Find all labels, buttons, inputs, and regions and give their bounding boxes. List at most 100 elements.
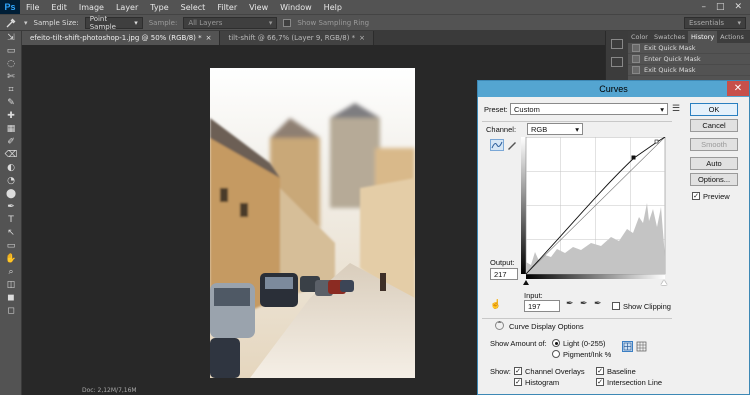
pigment-ink-radio[interactable]: [552, 350, 560, 358]
tab-actions[interactable]: Actions: [717, 31, 747, 43]
tool-icon[interactable]: T: [0, 213, 22, 226]
doc-tab-tilt-shift[interactable]: tilt-shift @ 66,7% (Layer 9, RGB/8) * ×: [220, 31, 375, 45]
tab-swatches[interactable]: Swatches: [651, 31, 688, 43]
history-item[interactable]: Exit Quick Mask: [628, 43, 750, 54]
pencil-icon: [508, 142, 516, 150]
tool-icon[interactable]: ◐: [0, 161, 22, 174]
menu-type[interactable]: Type: [144, 3, 174, 12]
status-bar: Doc: 2,12M/7,16M: [82, 387, 137, 394]
divider: [482, 121, 672, 122]
detailed-grid-button[interactable]: [636, 341, 647, 352]
tool-icon[interactable]: ◔: [0, 174, 22, 187]
channel-select[interactable]: RGB ▾: [527, 123, 583, 135]
menu-filter[interactable]: Filter: [211, 3, 243, 12]
doc-tab-efeito[interactable]: efeito-tilt-shift-photoshop-1.jpg @ 50% …: [22, 31, 221, 45]
minimize-button[interactable]: –: [701, 2, 706, 12]
curve-point-tool-button[interactable]: [490, 139, 504, 151]
tool-icon[interactable]: ↖: [0, 226, 22, 239]
collapse-display-options-icon[interactable]: ⌃: [495, 321, 504, 330]
pigment-ink-label: Pigment/Ink %: [563, 350, 612, 359]
close-tab-icon[interactable]: ×: [206, 34, 212, 42]
channel-overlays-label: Channel Overlays: [525, 367, 585, 376]
tool-icon[interactable]: ⌕: [0, 265, 22, 278]
gray-eyedropper-icon[interactable]: ✒: [580, 298, 588, 309]
smooth-button[interactable]: Smooth: [690, 138, 738, 151]
menu-layer[interactable]: Layer: [110, 3, 144, 12]
tool-icon[interactable]: ◌: [0, 57, 22, 70]
chevron-down-icon: ▾: [268, 18, 273, 27]
tab-color[interactable]: Color: [628, 31, 651, 43]
tool-icon[interactable]: ✎: [0, 96, 22, 109]
pencil-tool-button[interactable]: [506, 139, 518, 151]
tool-icon[interactable]: ◼: [0, 291, 22, 304]
eyedropper-icon[interactable]: [4, 18, 18, 28]
channel-label: Channel:: [486, 125, 517, 134]
preset-options-icon[interactable]: ☰: [672, 103, 680, 114]
maximize-button[interactable]: □: [716, 2, 725, 12]
tool-icon[interactable]: ✒: [0, 200, 22, 213]
preset-select[interactable]: Custom ▾: [510, 103, 668, 115]
history-item[interactable]: Enter Quick Mask: [628, 54, 750, 65]
input-field[interactable]: 197: [524, 300, 560, 312]
menu-select[interactable]: Select: [175, 3, 212, 12]
history-item[interactable]: Exit Quick Mask: [628, 65, 750, 76]
black-eyedropper-icon[interactable]: ✒: [566, 298, 574, 309]
menu-image[interactable]: Image: [73, 3, 110, 12]
histogram-checkbox[interactable]: ✓: [514, 378, 522, 386]
menu-help[interactable]: Help: [318, 3, 348, 12]
white-point-slider[interactable]: [661, 280, 667, 285]
auto-button[interactable]: Auto: [690, 157, 738, 170]
baseline-checkbox[interactable]: ✓: [596, 367, 604, 375]
tool-icon[interactable]: ⇲: [0, 31, 22, 44]
close-window-button[interactable]: ✕: [734, 2, 742, 12]
white-eyedropper-icon[interactable]: ✒: [594, 298, 602, 309]
menu-window[interactable]: Window: [274, 3, 318, 12]
tool-icon[interactable]: ⬤: [0, 187, 22, 200]
output-field[interactable]: 217: [490, 268, 518, 280]
sample-size-select[interactable]: Point Sample ▾: [84, 15, 143, 31]
curve-graph[interactable]: [521, 136, 669, 279]
menu-view[interactable]: View: [243, 3, 274, 12]
chevron-down-icon: ▾: [134, 18, 138, 27]
intersection-line-label: Intersection Line: [607, 378, 663, 387]
tool-preset-dropdown[interactable]: ▾: [24, 19, 28, 27]
divider: [482, 318, 672, 319]
tool-icon[interactable]: ✋: [0, 252, 22, 265]
tool-icon[interactable]: ✚: [0, 109, 22, 122]
tools-panel: ⇲ ▭ ◌ ✄ ⌗ ✎ ✚ ▦ ✐ ⌫ ◐ ◔ ⬤ ✒ T ↖ ▭ ✋ ⌕ ◫ ◼ ◻: [0, 31, 22, 395]
sample-select[interactable]: All Layers ▾: [183, 16, 278, 29]
input-label: Input:: [524, 291, 543, 300]
baseline-label: Baseline: [607, 367, 636, 376]
channel-overlays-checkbox[interactable]: ✓: [514, 367, 522, 375]
black-point-slider[interactable]: [523, 280, 529, 285]
close-dialog-button[interactable]: ✕: [727, 81, 749, 96]
show-sampling-ring-checkbox[interactable]: [283, 18, 292, 27]
options-button[interactable]: Options...: [690, 173, 738, 186]
tool-icon[interactable]: ⌗: [0, 83, 22, 96]
menu-file[interactable]: File: [20, 3, 45, 12]
tool-icon[interactable]: ◻: [0, 304, 22, 317]
menu-edit[interactable]: Edit: [45, 3, 73, 12]
document-photo[interactable]: [210, 68, 415, 378]
cancel-button[interactable]: Cancel: [690, 119, 738, 132]
tool-icon[interactable]: ✐: [0, 135, 22, 148]
history-panel-icon[interactable]: [611, 39, 623, 49]
tool-icon[interactable]: ▦: [0, 122, 22, 135]
workspace-select[interactable]: Essentials ▾: [684, 16, 746, 29]
tool-icon[interactable]: ⌫: [0, 148, 22, 161]
tool-icon[interactable]: ✄: [0, 70, 22, 83]
tool-icon[interactable]: ▭: [0, 44, 22, 57]
close-tab-icon[interactable]: ×: [359, 34, 365, 42]
intersection-line-checkbox[interactable]: ✓: [596, 378, 604, 386]
show-clipping-checkbox[interactable]: [612, 302, 620, 310]
ok-button[interactable]: OK: [690, 103, 738, 116]
simple-grid-button[interactable]: [622, 341, 633, 352]
preview-checkbox[interactable]: ✓: [692, 192, 700, 200]
adjust-on-image-icon[interactable]: ☝: [490, 299, 501, 310]
properties-panel-icon[interactable]: [611, 57, 623, 67]
tab-history[interactable]: History: [688, 31, 718, 43]
light-radio[interactable]: [552, 339, 560, 347]
tool-icon[interactable]: ◫: [0, 278, 22, 291]
histogram-label: Histogram: [525, 378, 560, 387]
tool-icon[interactable]: ▭: [0, 239, 22, 252]
